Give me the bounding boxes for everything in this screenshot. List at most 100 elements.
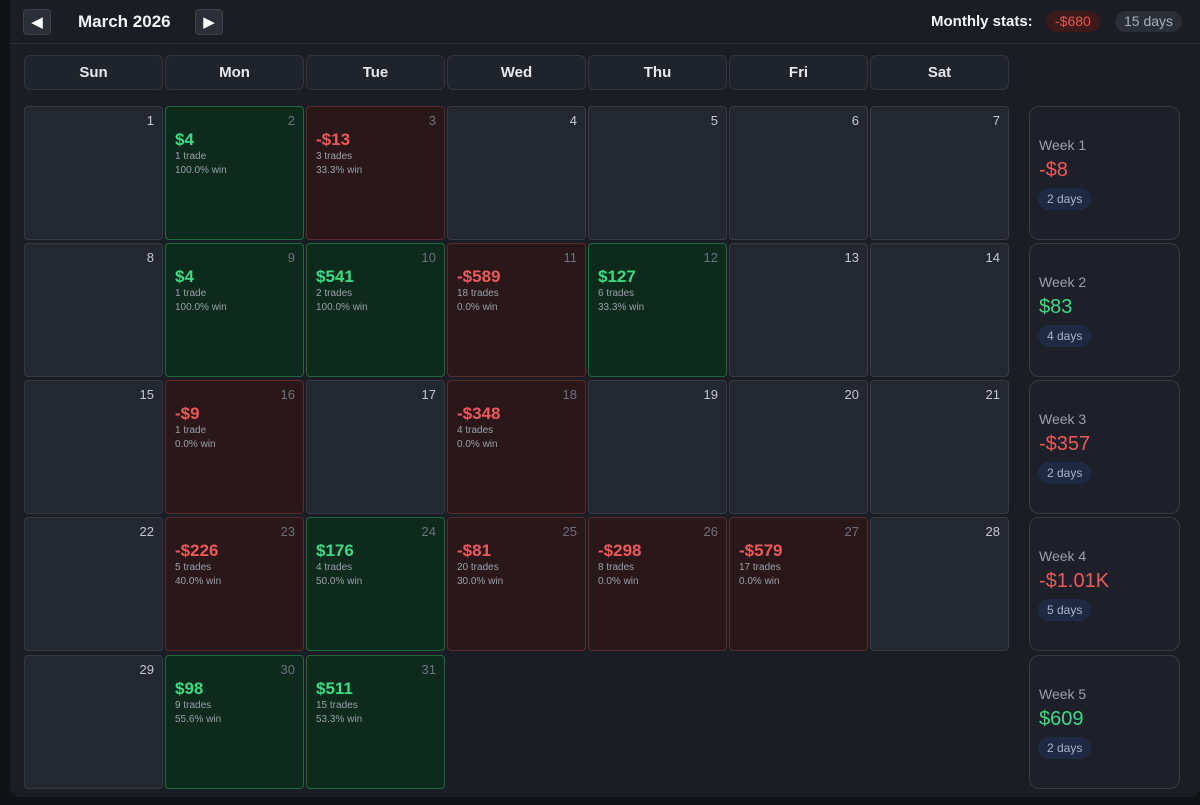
day-number: 30: [280, 662, 295, 677]
day-win-rate: 100.0% win: [316, 302, 368, 313]
day-trade-count: 9 trades: [175, 700, 212, 711]
day-cell[interactable]: 28: [870, 517, 1009, 651]
day-number: 25: [562, 524, 577, 539]
day-win-rate: 30.0% win: [457, 576, 504, 587]
day-win-rate: 0.0% win: [598, 576, 639, 587]
day-trade-count: 6 trades: [598, 288, 635, 299]
calendar-app: ◀ March 2026 ▶ Monthly stats: -$680 15 d…: [10, 0, 1200, 797]
day-pnl: -$9: [175, 404, 200, 423]
day-number: 13: [844, 250, 859, 265]
day-cell[interactable]: 8: [24, 243, 163, 377]
day-cell[interactable]: 19: [588, 380, 727, 514]
day-win-rate: 33.3% win: [316, 165, 363, 176]
day-pnl: -$81: [457, 541, 492, 560]
day-pnl: $4: [175, 267, 194, 286]
day-win-rate: 50.0% win: [316, 576, 363, 587]
weekday-header-wed: Wed: [447, 55, 586, 90]
day-number: 6: [851, 113, 859, 128]
day-cell[interactable]: 25 -$81 20 trades 30.0% win: [447, 517, 586, 651]
day-win-rate: 0.0% win: [739, 576, 780, 587]
day-cell[interactable]: 7: [870, 106, 1009, 240]
day-trade-count: 2 trades: [316, 288, 353, 299]
week-pnl: $83: [1039, 296, 1073, 318]
day-cell[interactable]: 15: [24, 380, 163, 514]
day-number: 18: [562, 387, 577, 402]
day-number: 14: [985, 250, 1000, 265]
day-cell[interactable]: 12 $127 6 trades 33.3% win: [588, 243, 727, 377]
week-label: Week 3: [1039, 411, 1087, 427]
day-cell[interactable]: 10 $541 2 trades 100.0% win: [306, 243, 445, 377]
day-pnl: $511: [316, 679, 353, 698]
day-number: 3: [428, 113, 436, 128]
day-cell[interactable]: 29: [24, 655, 163, 789]
day-win-rate: 0.0% win: [457, 439, 498, 450]
day-cell[interactable]: 13: [729, 243, 868, 377]
day-number: 8: [146, 250, 154, 265]
day-cell[interactable]: 3 -$13 3 trades 33.3% win: [306, 106, 445, 240]
day-cell[interactable]: 16 -$9 1 trade 0.0% win: [165, 380, 304, 514]
week-days-badge: 2 days: [1038, 188, 1092, 210]
day-cell[interactable]: 24 $176 4 trades 50.0% win: [306, 517, 445, 651]
chevron-right-icon: ▶: [203, 14, 215, 31]
prev-month-button[interactable]: ◀: [23, 9, 51, 35]
week-label: Week 5: [1039, 686, 1087, 702]
weekday-header-sun: Sun: [24, 55, 163, 90]
week-summary-card: Week 2 $83 4 days: [1029, 243, 1180, 377]
day-number: 15: [139, 387, 154, 402]
day-number: 16: [280, 387, 295, 402]
day-number: 11: [563, 250, 578, 265]
day-cell[interactable]: 2 $4 1 trade 100.0% win: [165, 106, 304, 240]
day-number: 2: [287, 113, 295, 128]
day-pnl: -$13: [316, 130, 351, 149]
day-trade-count: 3 trades: [316, 151, 353, 162]
monthly-days-badge: 15 days: [1115, 11, 1183, 32]
day-number: 1: [146, 113, 154, 128]
day-pnl: $541: [316, 267, 354, 286]
day-cell[interactable]: 27 -$579 17 trades 0.0% win: [729, 517, 868, 651]
day-cell[interactable]: 14: [870, 243, 1009, 377]
day-pnl: $127: [598, 267, 636, 286]
day-win-rate: 0.0% win: [457, 302, 498, 313]
day-cell[interactable]: 22: [24, 517, 163, 651]
day-cell[interactable]: 17: [306, 380, 445, 514]
day-pnl: $4: [175, 130, 194, 149]
week-label: Week 1: [1039, 137, 1087, 153]
week-pnl: -$8: [1039, 159, 1068, 181]
day-cell[interactable]: 23 -$226 5 trades 40.0% win: [165, 517, 304, 651]
day-win-rate: 40.0% win: [175, 576, 222, 587]
day-cell[interactable]: 20: [729, 380, 868, 514]
day-cell[interactable]: 21: [870, 380, 1009, 514]
day-cell[interactable]: 4: [447, 106, 586, 240]
day-pnl: -$226: [175, 541, 219, 560]
day-cell[interactable]: 11 -$589 18 trades 0.0% win: [447, 243, 586, 377]
day-trade-count: 8 trades: [598, 562, 635, 573]
day-win-rate: 33.3% win: [598, 302, 645, 313]
day-pnl: $176: [316, 541, 354, 560]
day-cell[interactable]: 5: [588, 106, 727, 240]
day-cell[interactable]: 26 -$298 8 trades 0.0% win: [588, 517, 727, 651]
next-month-button[interactable]: ▶: [195, 9, 223, 35]
day-cell[interactable]: 1: [24, 106, 163, 240]
monthly-pnl-badge: -$680: [1046, 11, 1100, 32]
day-trade-count: 1 trade: [175, 288, 207, 299]
day-pnl: -$589: [457, 267, 501, 286]
week-days-badge: 4 days: [1038, 325, 1092, 347]
day-cell[interactable]: 9 $4 1 trade 100.0% win: [165, 243, 304, 377]
week-pnl: -$357: [1039, 433, 1091, 455]
day-number: 22: [139, 524, 154, 539]
day-trade-count: 15 trades: [316, 700, 358, 711]
day-win-rate: 53.3% win: [316, 714, 363, 725]
day-cell[interactable]: 30 $98 9 trades 55.6% win: [165, 655, 304, 789]
week-summary-card: Week 1 -$8 2 days: [1029, 106, 1180, 240]
weekday-header-thu: Thu: [588, 55, 727, 90]
day-cell[interactable]: 18 -$348 4 trades 0.0% win: [447, 380, 586, 514]
calendar-header: ◀ March 2026 ▶ Monthly stats: -$680 15 d…: [10, 0, 1200, 44]
weekday-header-sat: Sat: [870, 55, 1009, 90]
day-trade-count: 4 trades: [457, 425, 494, 436]
day-number: 29: [139, 662, 154, 677]
day-cell[interactable]: 31 $511 15 trades 53.3% win: [306, 655, 445, 789]
day-number: 24: [421, 524, 436, 539]
day-cell[interactable]: 6: [729, 106, 868, 240]
day-trade-count: 18 trades: [457, 288, 499, 299]
day-trade-count: 1 trade: [175, 425, 207, 436]
